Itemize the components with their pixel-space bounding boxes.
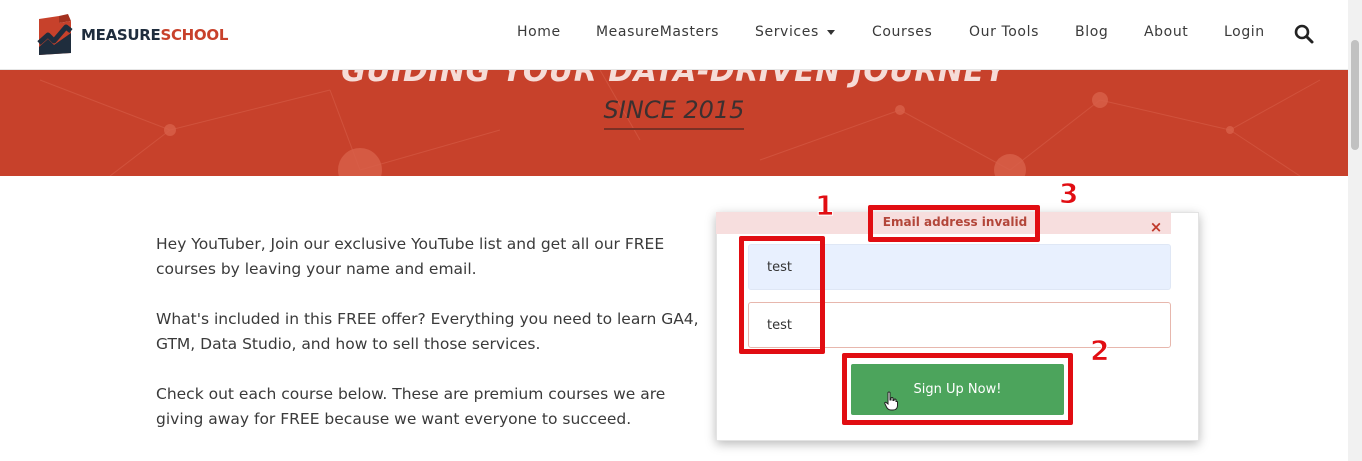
search-icon[interactable] bbox=[1293, 23, 1315, 45]
name-input[interactable] bbox=[748, 244, 1171, 290]
hero-subtitle: SINCE 2015 bbox=[0, 96, 1348, 130]
nav-services[interactable]: Services bbox=[755, 24, 835, 40]
close-icon[interactable]: × bbox=[1148, 218, 1164, 236]
intro-paragraph: What's included in this FREE offer? Ever… bbox=[156, 310, 699, 353]
caret-down-icon bbox=[826, 29, 835, 35]
intro-paragraph: Check out each course below. These are p… bbox=[156, 385, 666, 428]
site-logo[interactable]: MEASURE SCHOOL bbox=[35, 12, 228, 58]
annotation-number: 1 bbox=[814, 189, 835, 222]
nav-courses[interactable]: Courses bbox=[872, 24, 932, 40]
nav-about[interactable]: About bbox=[1144, 24, 1188, 40]
sign-up-button[interactable]: Sign Up Now! bbox=[851, 364, 1064, 415]
nav-our-tools[interactable]: Our Tools bbox=[969, 24, 1039, 40]
error-message: Email address invalid bbox=[882, 215, 1028, 229]
nav-measuremasters[interactable]: MeasureMasters bbox=[596, 24, 719, 40]
hero-title: GUIDING YOUR DATA-DRIVEN JOURNEY bbox=[341, 70, 1007, 89]
nav-home[interactable]: Home bbox=[517, 24, 561, 40]
page-scrollbar[interactable] bbox=[1348, 0, 1362, 461]
intro-paragraph: Hey YouTuber, Join our exclusive YouTube… bbox=[156, 235, 665, 278]
hero-banner: GUIDING YOUR DATA-DRIVEN JOURNEY SINCE 2… bbox=[0, 70, 1348, 176]
site-header: MEASURE SCHOOL Home MeasureMasters Servic… bbox=[0, 0, 1348, 70]
nav-login[interactable]: Login bbox=[1224, 24, 1265, 40]
logo-text-school: SCHOOL bbox=[160, 26, 229, 44]
hero-subtitle-text: SINCE 2015 bbox=[603, 96, 745, 130]
nav-blog[interactable]: Blog bbox=[1075, 24, 1108, 40]
annotation-number: 2 bbox=[1089, 334, 1110, 367]
logo-wordmark: MEASURE SCHOOL bbox=[81, 26, 228, 44]
intro-text: Hey YouTuber, Join our exclusive YouTube… bbox=[156, 232, 716, 457]
scrollbar-thumb[interactable] bbox=[1351, 40, 1359, 150]
nav-services-label: Services bbox=[755, 24, 819, 40]
logo-chart-icon bbox=[37, 14, 73, 55]
annotation-number: 3 bbox=[1058, 177, 1079, 210]
logo-text-measure: MEASURE bbox=[81, 26, 161, 44]
